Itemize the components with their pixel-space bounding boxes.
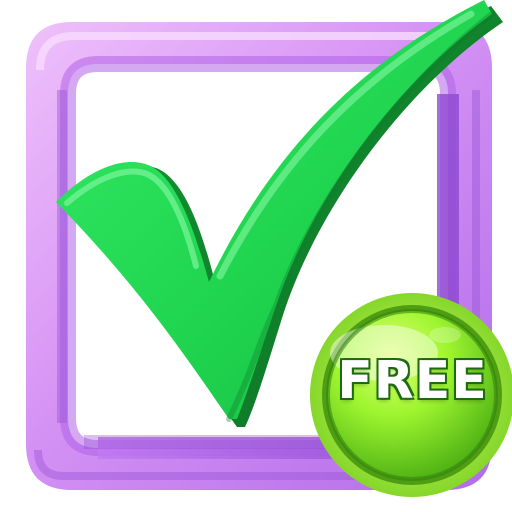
free-badge-icon [310,293,512,497]
app-icon: FREE [0,0,512,512]
icon-art [26,0,512,497]
